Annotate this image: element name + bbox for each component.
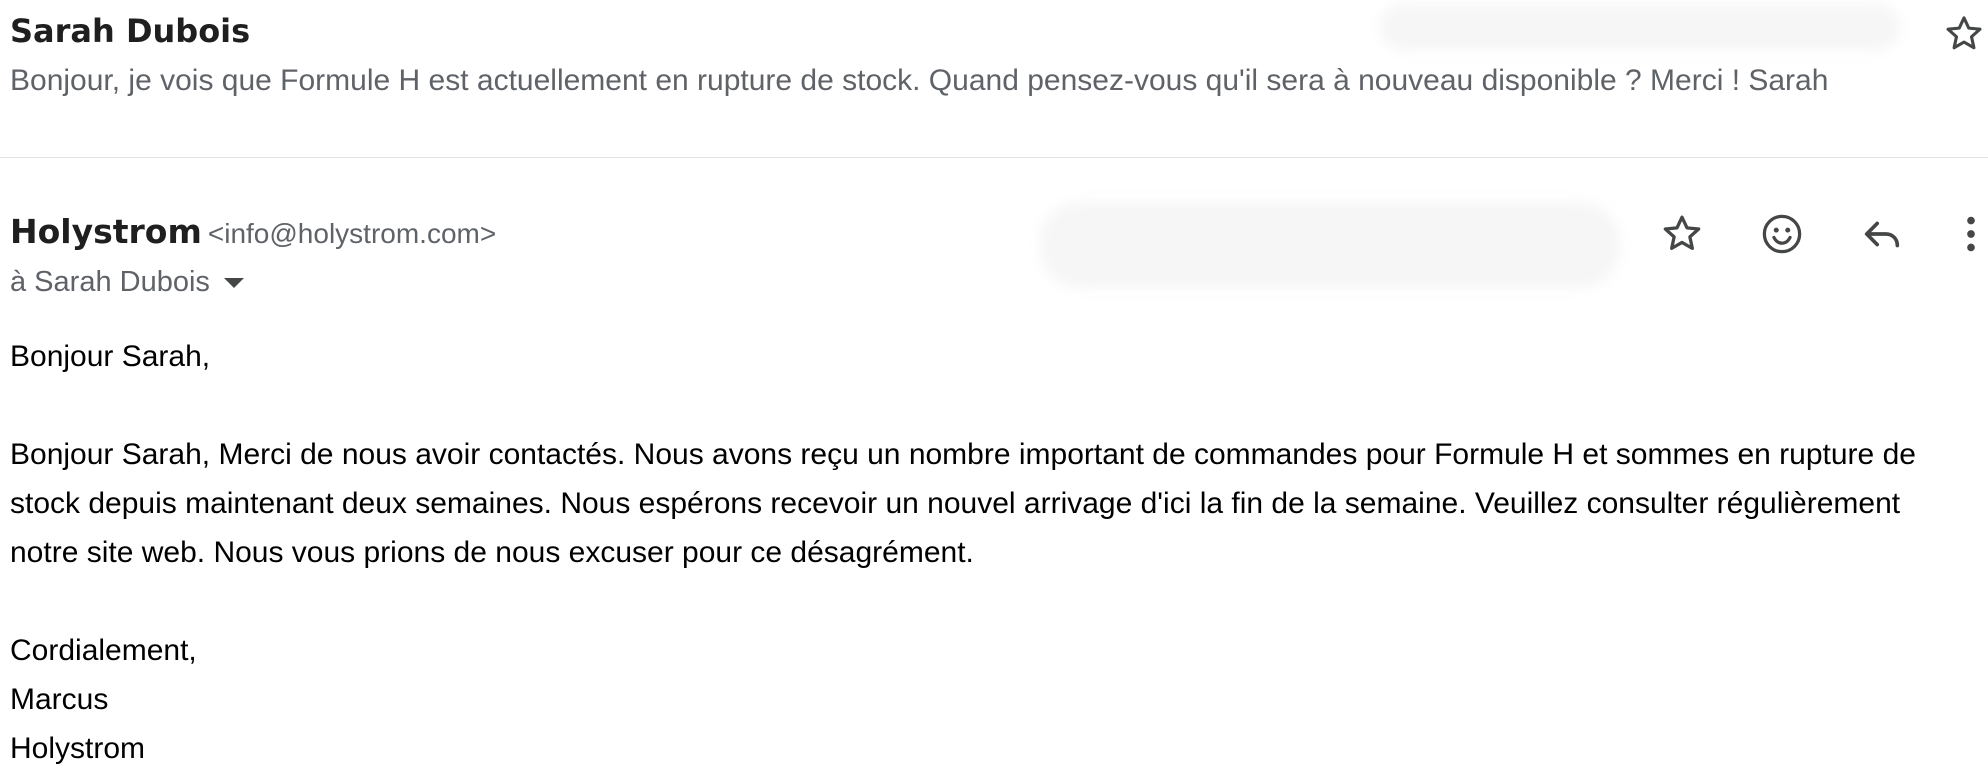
signature-name: Marcus — [10, 683, 109, 716]
redacted-area — [1040, 202, 1620, 288]
collapsed-sender-name: Sarah Dubois — [10, 12, 251, 50]
message-body: Bonjour Sarah, Bonjour Sarah, Merci de n… — [10, 332, 1950, 773]
recipient-details-dropdown-icon[interactable] — [223, 277, 244, 288]
body-closing: Cordialement, — [10, 634, 197, 667]
reply-button[interactable] — [1856, 208, 1908, 260]
star-button[interactable] — [1656, 208, 1708, 260]
message-actions — [1656, 208, 1988, 260]
redacted-area — [1380, 4, 1900, 50]
star-outline-icon — [1663, 215, 1701, 251]
body-greeting: Bonjour Sarah, — [10, 340, 211, 373]
more-vertical-icon — [1967, 216, 1975, 252]
sender-email: <info@holystrom.com> — [207, 218, 497, 249]
reply-icon — [1864, 221, 1900, 248]
recipient-text: à Sarah Dubois — [10, 266, 210, 298]
recipient-line: à Sarah Dubois — [10, 266, 244, 299]
sender-name[interactable]: Holystrom — [10, 212, 202, 251]
body-paragraph: Bonjour Sarah, Merci de nous avoir conta… — [10, 438, 1916, 569]
star-icon[interactable] — [1942, 12, 1986, 56]
collapsed-message[interactable]: Sarah Dubois Bonjour, je vois que Formul… — [0, 0, 1988, 158]
emoji-smile-icon — [1762, 214, 1802, 254]
more-options-button[interactable] — [1954, 208, 1988, 260]
add-reaction-button[interactable] — [1756, 208, 1808, 260]
collapsed-snippet: Bonjour, je vois que Formule H est actue… — [10, 64, 1829, 97]
sender-line: Holystrom <info@holystrom.com> — [10, 212, 496, 251]
